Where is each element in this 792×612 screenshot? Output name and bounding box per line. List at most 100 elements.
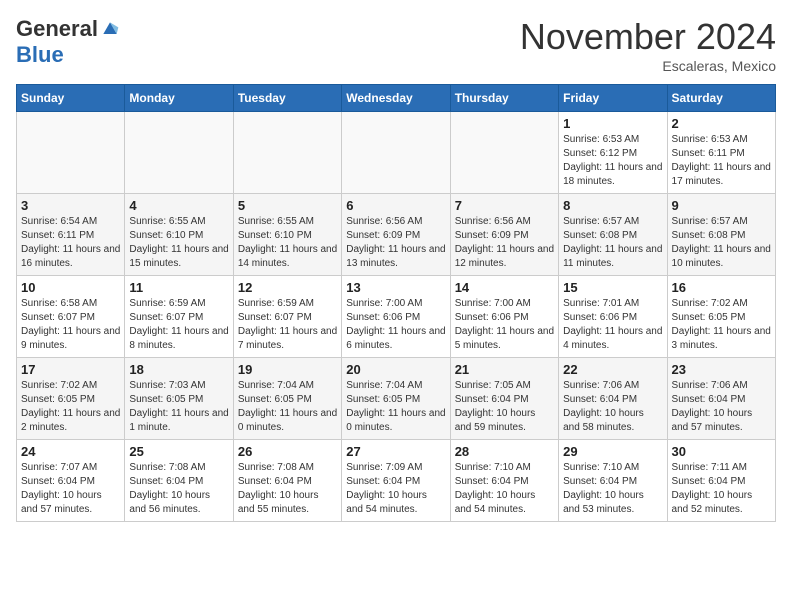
calendar-cell: 13 Sunrise: 7:00 AM Sunset: 6:06 PM Dayli… — [342, 276, 450, 358]
calendar-cell: 12 Sunrise: 6:59 AM Sunset: 6:07 PM Dayli… — [233, 276, 341, 358]
calendar-cell: 17Sunrise: 7:02 AM Sunset: 6:05 PM Dayli… — [17, 358, 125, 440]
calendar-cell: 7Sunrise: 6:56 AM Sunset: 6:09 PM Daylig… — [450, 194, 558, 276]
day-info: Sunrise: 6:53 AM Sunset: 6:11 PM Dayligh… — [672, 133, 771, 189]
day-number: 29 — [563, 444, 662, 459]
day-info: Sunrise: 6:56 AM Sunset: 6:09 PM Dayligh… — [346, 215, 445, 271]
location-text: Escaleras, Mexico — [520, 58, 776, 74]
calendar-cell: 10 Sunrise: 6:58 AM Sunset: 6:07 PM Dayli… — [17, 276, 125, 358]
day-info: Sunrise: 7:08 AM Sunset: 6:04 PM Dayligh… — [238, 461, 337, 517]
calendar-cell: 2 Sunrise: 6:53 AM Sunset: 6:11 PM Daylig… — [667, 112, 775, 194]
day-info: Sunrise: 7:02 AM Sunset: 6:05 PM Dayligh… — [672, 297, 771, 353]
title-area: November 2024 Escaleras, Mexico — [520, 16, 776, 74]
calendar-cell: 25 Sunrise: 7:08 AM Sunset: 6:04 PM Dayli… — [125, 440, 233, 522]
day-info: Sunrise: 7:06 AM Sunset: 6:04 PM Dayligh… — [672, 379, 771, 435]
calendar-cell: 4 Sunrise: 6:55 AM Sunset: 6:10 PM Daylig… — [125, 194, 233, 276]
calendar-week-2: 3 Sunrise: 6:54 AM Sunset: 6:11 PM Daylig… — [17, 194, 776, 276]
day-info: Sunrise: 7:07 AM Sunset: 6:04 PM Dayligh… — [21, 461, 120, 517]
calendar-cell — [450, 112, 558, 194]
day-info: Sunrise: 7:00 AM Sunset: 6:06 PM Dayligh… — [346, 297, 445, 353]
day-number: 25 — [129, 444, 228, 459]
day-number: 24 — [21, 444, 120, 459]
day-info: Sunrise: 6:53 AM Sunset: 6:12 PM Dayligh… — [563, 133, 662, 189]
day-number: 20 — [346, 362, 445, 377]
calendar-cell: 26 Sunrise: 7:08 AM Sunset: 6:04 PM Dayli… — [233, 440, 341, 522]
column-header-sunday: Sunday — [17, 85, 125, 112]
calendar-cell: 20 Sunrise: 7:04 AM Sunset: 6:05 PM Dayli… — [342, 358, 450, 440]
day-number: 18 — [129, 362, 228, 377]
day-info: Sunrise: 7:04 AM Sunset: 6:05 PM Dayligh… — [346, 379, 445, 435]
calendar-cell — [233, 112, 341, 194]
day-number: 9 — [672, 198, 771, 213]
day-number: 26 — [238, 444, 337, 459]
calendar-cell: 27 Sunrise: 7:09 AM Sunset: 6:04 PM Dayli… — [342, 440, 450, 522]
calendar-cell: 18 Sunrise: 7:03 AM Sunset: 6:05 PM Dayli… — [125, 358, 233, 440]
calendar-cell: 22Sunrise: 7:06 AM Sunset: 6:04 PM Dayli… — [559, 358, 667, 440]
day-number: 5 — [238, 198, 337, 213]
day-info: Sunrise: 7:09 AM Sunset: 6:04 PM Dayligh… — [346, 461, 445, 517]
month-title: November 2024 — [520, 16, 776, 58]
day-info: Sunrise: 7:00 AM Sunset: 6:06 PM Dayligh… — [455, 297, 554, 353]
column-header-monday: Monday — [125, 85, 233, 112]
calendar-cell: 8 Sunrise: 6:57 AM Sunset: 6:08 PM Daylig… — [559, 194, 667, 276]
day-info: Sunrise: 6:59 AM Sunset: 6:07 PM Dayligh… — [238, 297, 337, 353]
day-number: 23 — [672, 362, 771, 377]
calendar-cell — [17, 112, 125, 194]
calendar-cell — [125, 112, 233, 194]
day-number: 15 — [563, 280, 662, 295]
calendar-cell: 29 Sunrise: 7:10 AM Sunset: 6:04 PM Dayli… — [559, 440, 667, 522]
day-number: 2 — [672, 116, 771, 131]
calendar-cell: 16 Sunrise: 7:02 AM Sunset: 6:05 PM Dayli… — [667, 276, 775, 358]
calendar-cell: 14 Sunrise: 7:00 AM Sunset: 6:06 PM Dayli… — [450, 276, 558, 358]
calendar-cell: 6Sunrise: 6:56 AM Sunset: 6:09 PM Daylig… — [342, 194, 450, 276]
day-info: Sunrise: 7:10 AM Sunset: 6:04 PM Dayligh… — [455, 461, 554, 517]
logo-blue-text: Blue — [16, 42, 64, 68]
day-number: 10 — [21, 280, 120, 295]
calendar-cell: 19Sunrise: 7:04 AM Sunset: 6:05 PM Dayli… — [233, 358, 341, 440]
calendar-week-5: 24 Sunrise: 7:07 AM Sunset: 6:04 PM Dayli… — [17, 440, 776, 522]
day-number: 11 — [129, 280, 228, 295]
day-info: Sunrise: 7:03 AM Sunset: 6:05 PM Dayligh… — [129, 379, 228, 435]
day-info: Sunrise: 6:57 AM Sunset: 6:08 PM Dayligh… — [563, 215, 662, 271]
calendar-header-row: SundayMondayTuesdayWednesdayThursdayFrid… — [17, 85, 776, 112]
calendar-cell: 1Sunrise: 6:53 AM Sunset: 6:12 PM Daylig… — [559, 112, 667, 194]
logo: General Blue — [16, 16, 120, 68]
day-number: 28 — [455, 444, 554, 459]
day-info: Sunrise: 7:11 AM Sunset: 6:04 PM Dayligh… — [672, 461, 771, 517]
calendar-cell: 30 Sunrise: 7:11 AM Sunset: 6:04 PM Dayli… — [667, 440, 775, 522]
day-info: Sunrise: 7:05 AM Sunset: 6:04 PM Dayligh… — [455, 379, 554, 435]
calendar-cell: 28 Sunrise: 7:10 AM Sunset: 6:04 PM Dayli… — [450, 440, 558, 522]
day-number: 13 — [346, 280, 445, 295]
logo-general-text: General — [16, 16, 98, 42]
calendar-cell — [342, 112, 450, 194]
calendar-table: SundayMondayTuesdayWednesdayThursdayFrid… — [16, 84, 776, 522]
page-header: General Blue November 2024 Escaleras, Me… — [16, 16, 776, 74]
calendar-cell: 21Sunrise: 7:05 AM Sunset: 6:04 PM Dayli… — [450, 358, 558, 440]
column-header-thursday: Thursday — [450, 85, 558, 112]
day-info: Sunrise: 6:54 AM Sunset: 6:11 PM Dayligh… — [21, 215, 120, 271]
day-info: Sunrise: 6:59 AM Sunset: 6:07 PM Dayligh… — [129, 297, 228, 353]
day-info: Sunrise: 6:57 AM Sunset: 6:08 PM Dayligh… — [672, 215, 771, 271]
day-number: 4 — [129, 198, 228, 213]
day-number: 12 — [238, 280, 337, 295]
column-header-friday: Friday — [559, 85, 667, 112]
calendar-week-3: 10 Sunrise: 6:58 AM Sunset: 6:07 PM Dayli… — [17, 276, 776, 358]
calendar-cell: 11 Sunrise: 6:59 AM Sunset: 6:07 PM Dayli… — [125, 276, 233, 358]
day-number: 3 — [21, 198, 120, 213]
column-header-wednesday: Wednesday — [342, 85, 450, 112]
calendar-week-1: 1Sunrise: 6:53 AM Sunset: 6:12 PM Daylig… — [17, 112, 776, 194]
day-number: 27 — [346, 444, 445, 459]
day-number: 7 — [455, 198, 554, 213]
day-info: Sunrise: 7:01 AM Sunset: 6:06 PM Dayligh… — [563, 297, 662, 353]
column-header-tuesday: Tuesday — [233, 85, 341, 112]
day-number: 8 — [563, 198, 662, 213]
day-info: Sunrise: 6:55 AM Sunset: 6:10 PM Dayligh… — [129, 215, 228, 271]
day-number: 16 — [672, 280, 771, 295]
calendar-week-4: 17Sunrise: 7:02 AM Sunset: 6:05 PM Dayli… — [17, 358, 776, 440]
day-number: 17 — [21, 362, 120, 377]
calendar-cell: 3 Sunrise: 6:54 AM Sunset: 6:11 PM Daylig… — [17, 194, 125, 276]
day-info: Sunrise: 6:58 AM Sunset: 6:07 PM Dayligh… — [21, 297, 120, 353]
day-number: 30 — [672, 444, 771, 459]
day-info: Sunrise: 7:10 AM Sunset: 6:04 PM Dayligh… — [563, 461, 662, 517]
day-number: 14 — [455, 280, 554, 295]
day-info: Sunrise: 7:08 AM Sunset: 6:04 PM Dayligh… — [129, 461, 228, 517]
